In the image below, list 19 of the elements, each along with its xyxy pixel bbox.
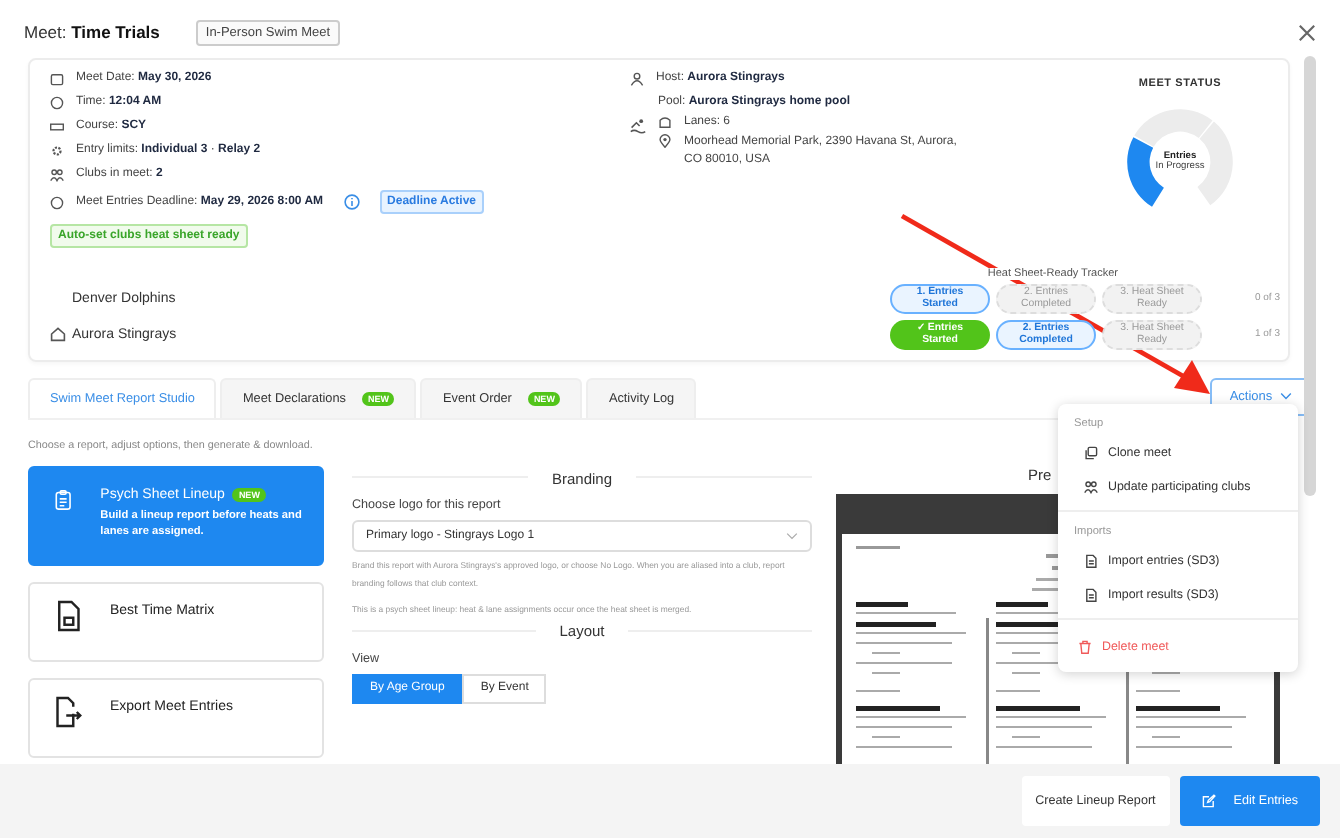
pin-icon (658, 134, 672, 148)
swimmer-icon (630, 118, 646, 134)
chevron-down-icon (786, 532, 798, 540)
file-icon (1084, 588, 1098, 602)
file-icon (1084, 554, 1098, 568)
export-icon (54, 696, 82, 728)
clipboard-icon (54, 484, 73, 516)
edit-icon (1201, 794, 1216, 808)
scrollbar[interactable] (1304, 56, 1316, 496)
trash-icon (1078, 640, 1092, 654)
people-icon (1084, 480, 1098, 494)
chevron-down-icon (1280, 392, 1293, 400)
info-icon[interactable] (343, 194, 360, 210)
copy-icon (1084, 446, 1098, 460)
close-icon[interactable] (1298, 23, 1316, 41)
modal-title: Meet: Time Trials (24, 22, 160, 42)
document-icon (54, 600, 82, 632)
people-icon (50, 168, 64, 182)
person-icon (630, 72, 644, 86)
